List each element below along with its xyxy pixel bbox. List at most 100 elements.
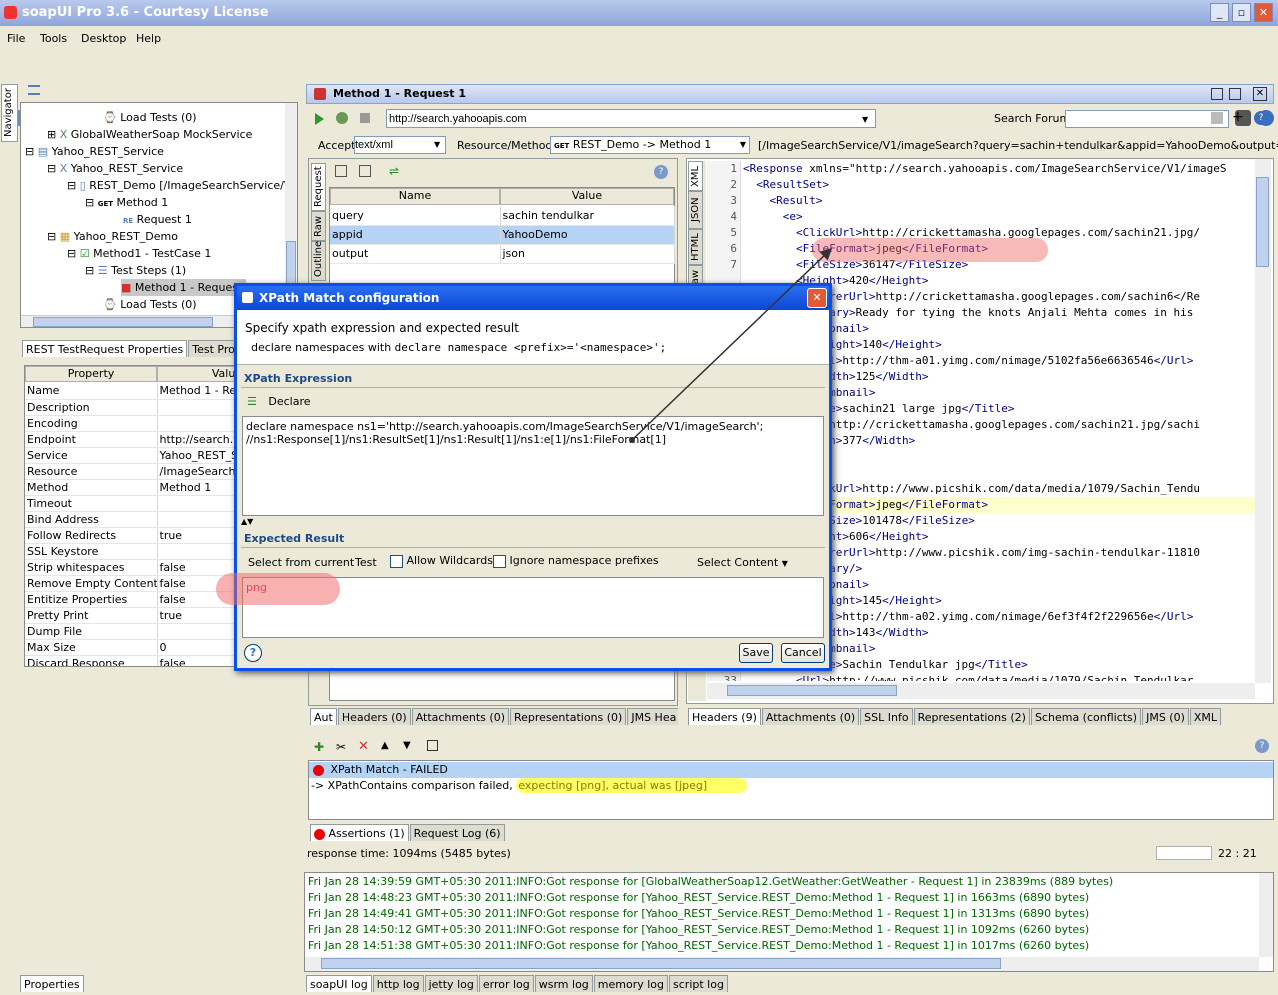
tab-script-log[interactable]: script log [669, 975, 728, 992]
configure-assertion-icon[interactable]: ✂ [336, 740, 346, 754]
select-content-dropdown[interactable]: Select Content ▼ [697, 556, 788, 569]
toolbar-options-icon[interactable] [1211, 112, 1223, 124]
tree-item-resource[interactable]: ⊟ ▯ REST_Demo [/ImageSearchService/V1/ [67, 177, 297, 194]
param-value[interactable]: json [500, 244, 675, 264]
tab-memory-log[interactable]: memory log [593, 975, 669, 992]
vtab-request[interactable]: Request [311, 163, 326, 211]
stop-icon[interactable] [360, 113, 370, 123]
allow-wildcards-checkbox[interactable] [390, 554, 403, 568]
params-help-icon[interactable]: ? [654, 165, 668, 179]
xpath-expression-textarea[interactable]: declare namespace ns1='http://search.yah… [242, 416, 824, 516]
add-assertion-tool-icon[interactable]: ✚ [314, 740, 324, 754]
params-header-value[interactable]: Value [500, 188, 674, 205]
log-hscrollbar[interactable] [305, 957, 1259, 971]
vtab-outline[interactable]: Outline [311, 241, 326, 281]
param-name[interactable]: output [330, 244, 501, 264]
params-remove-icon[interactable] [359, 165, 371, 177]
save-button[interactable]: Save [739, 643, 773, 663]
tab-resp-headers[interactable]: Headers (9) [688, 708, 761, 725]
menu-tools[interactable]: Tools [40, 32, 67, 45]
tree-item-testsuite[interactable]: ⊟ ▦ Yahoo_REST_Demo [47, 228, 178, 245]
endpoint-input[interactable] [386, 109, 876, 128]
tab-req-headers[interactable]: Headers (0) [337, 708, 411, 725]
dialog-close-button[interactable]: ✕ [807, 288, 827, 308]
params-move-icon[interactable]: ⇌ [389, 164, 399, 178]
tab-properties[interactable]: Properties [20, 975, 84, 992]
tab-req-jms[interactable]: JMS Hea [627, 708, 678, 725]
assertion-item-failed[interactable]: XPath Match - FAILED [309, 762, 1273, 778]
tab-soapui-log[interactable]: soapUI log [306, 975, 372, 992]
ignore-ns-option[interactable]: Ignore namespace prefixes [493, 554, 659, 568]
tab-test-properties[interactable]: Test Pro [188, 340, 239, 357]
param-name[interactable]: appid [330, 225, 501, 245]
clone-assertion-icon[interactable] [427, 740, 438, 751]
accept-input[interactable] [354, 136, 446, 154]
add-assertion-icon[interactable] [336, 112, 348, 124]
assertions-help-icon[interactable]: ? [1255, 739, 1269, 753]
tab-http-log[interactable]: http log [372, 975, 424, 992]
param-row-selected[interactable]: appid YahooDemo [330, 225, 675, 245]
tab-req-attachments[interactable]: Attachments (0) [411, 708, 509, 725]
response-vscrollbar[interactable] [1255, 159, 1271, 683]
resource-method-select[interactable]: GET REST_Demo -> Method 1 ▼ [550, 136, 750, 154]
ignore-ns-checkbox[interactable] [493, 554, 506, 568]
menu-help[interactable]: Help [136, 32, 161, 45]
move-up-icon[interactable]: ▲ [381, 740, 389, 751]
tree-item-method[interactable]: ⊟ GET Method 1 [85, 194, 168, 211]
add-icon[interactable]: + [1232, 109, 1244, 125]
close-editor-icon[interactable]: ✕ [1253, 87, 1267, 101]
close-window-button[interactable]: ✕ [1254, 3, 1273, 22]
param-value[interactable]: YahooDemo [500, 225, 675, 245]
tab-resp-jms[interactable]: JMS (0) [1142, 708, 1189, 725]
param-row[interactable]: query sachin tendulkar [330, 206, 675, 226]
tab-ssl-info[interactable]: SSL Info [860, 708, 913, 725]
tree-item-mockservice[interactable]: ⊞ Ⅹ GlobalWeatherSoap MockService [47, 126, 252, 143]
remove-assertion-icon[interactable]: ✕ [358, 739, 369, 754]
vtab-raw[interactable]: Raw [311, 211, 326, 241]
accept-dropdown-icon[interactable]: ▼ [434, 140, 440, 149]
declare-button[interactable]: ☰ Declare [247, 395, 311, 408]
tab-schema-conflicts[interactable]: Schema (conflicts) [1030, 708, 1142, 725]
tab-resp-attachments[interactable]: Attachments (0) [761, 708, 860, 725]
dialog-help-icon[interactable]: ? [244, 644, 262, 662]
editor-help-icon[interactable]: ? [1254, 111, 1268, 125]
vtab-json[interactable]: JSON [688, 191, 703, 229]
log-vscrollbar[interactable] [1259, 873, 1273, 957]
tab-error-log[interactable]: error log [478, 975, 534, 992]
tab-req-representations[interactable]: Representations (0) [509, 708, 627, 725]
test-button[interactable]: Test [355, 556, 377, 569]
maximize-button[interactable]: ▫ [1232, 3, 1251, 22]
response-hscrollbar[interactable] [707, 683, 1255, 699]
vtab-xml[interactable]: XML [688, 161, 703, 191]
tab-auth[interactable]: Aut [310, 708, 337, 725]
move-down-icon[interactable]: ▼ [403, 740, 411, 751]
tree-item-testcase[interactable]: ⊟ ☑ Method1 - TestCase 1 [67, 245, 211, 262]
tree-item-test-step-selected[interactable]: ■ Method 1 - Request [121, 279, 247, 296]
collapse-all-icon[interactable] [28, 85, 40, 95]
tab-resp-representations[interactable]: Representations (2) [913, 708, 1030, 725]
tree-item-test-steps[interactable]: ⊟ ☰ Test Steps (1) [85, 262, 186, 279]
tree-item-service[interactable]: ⊟ Ⅹ Yahoo_REST_Service [47, 160, 183, 177]
menu-desktop[interactable]: Desktop [81, 32, 126, 45]
params-header-name[interactable]: Name [330, 188, 500, 205]
tab-request-log[interactable]: Request Log (6) [409, 824, 505, 841]
run-icon[interactable] [315, 113, 324, 125]
tree-item-load-tests-2[interactable]: ⌚ Load Tests (0) [103, 296, 197, 313]
tree-item-project[interactable]: ⊟ ▤ Yahoo_REST_Service [25, 143, 164, 160]
menu-file[interactable]: File [7, 32, 25, 45]
tree-item-request[interactable]: RE Request 1 [123, 211, 192, 228]
param-name[interactable]: query [330, 206, 501, 226]
splitter-arrows[interactable]: ▲▼ [241, 517, 253, 526]
tab-jetty-log[interactable]: jetty log [424, 975, 478, 992]
cancel-button[interactable]: Cancel [781, 643, 825, 663]
tab-resp-xml[interactable]: XML [1189, 708, 1222, 725]
detach-icon[interactable] [1211, 88, 1223, 100]
restore-icon[interactable] [1229, 88, 1241, 100]
tab-wsrm-log[interactable]: wsrm log [534, 975, 593, 992]
params-add-icon[interactable] [335, 165, 347, 177]
endpoint-dropdown-icon[interactable]: ▼ [862, 115, 868, 124]
props-header-property[interactable]: Property [25, 366, 157, 382]
select-from-current-button[interactable]: Select from current [248, 556, 354, 569]
param-row[interactable]: output json [330, 244, 675, 264]
param-value[interactable]: sachin tendulkar [500, 206, 675, 226]
